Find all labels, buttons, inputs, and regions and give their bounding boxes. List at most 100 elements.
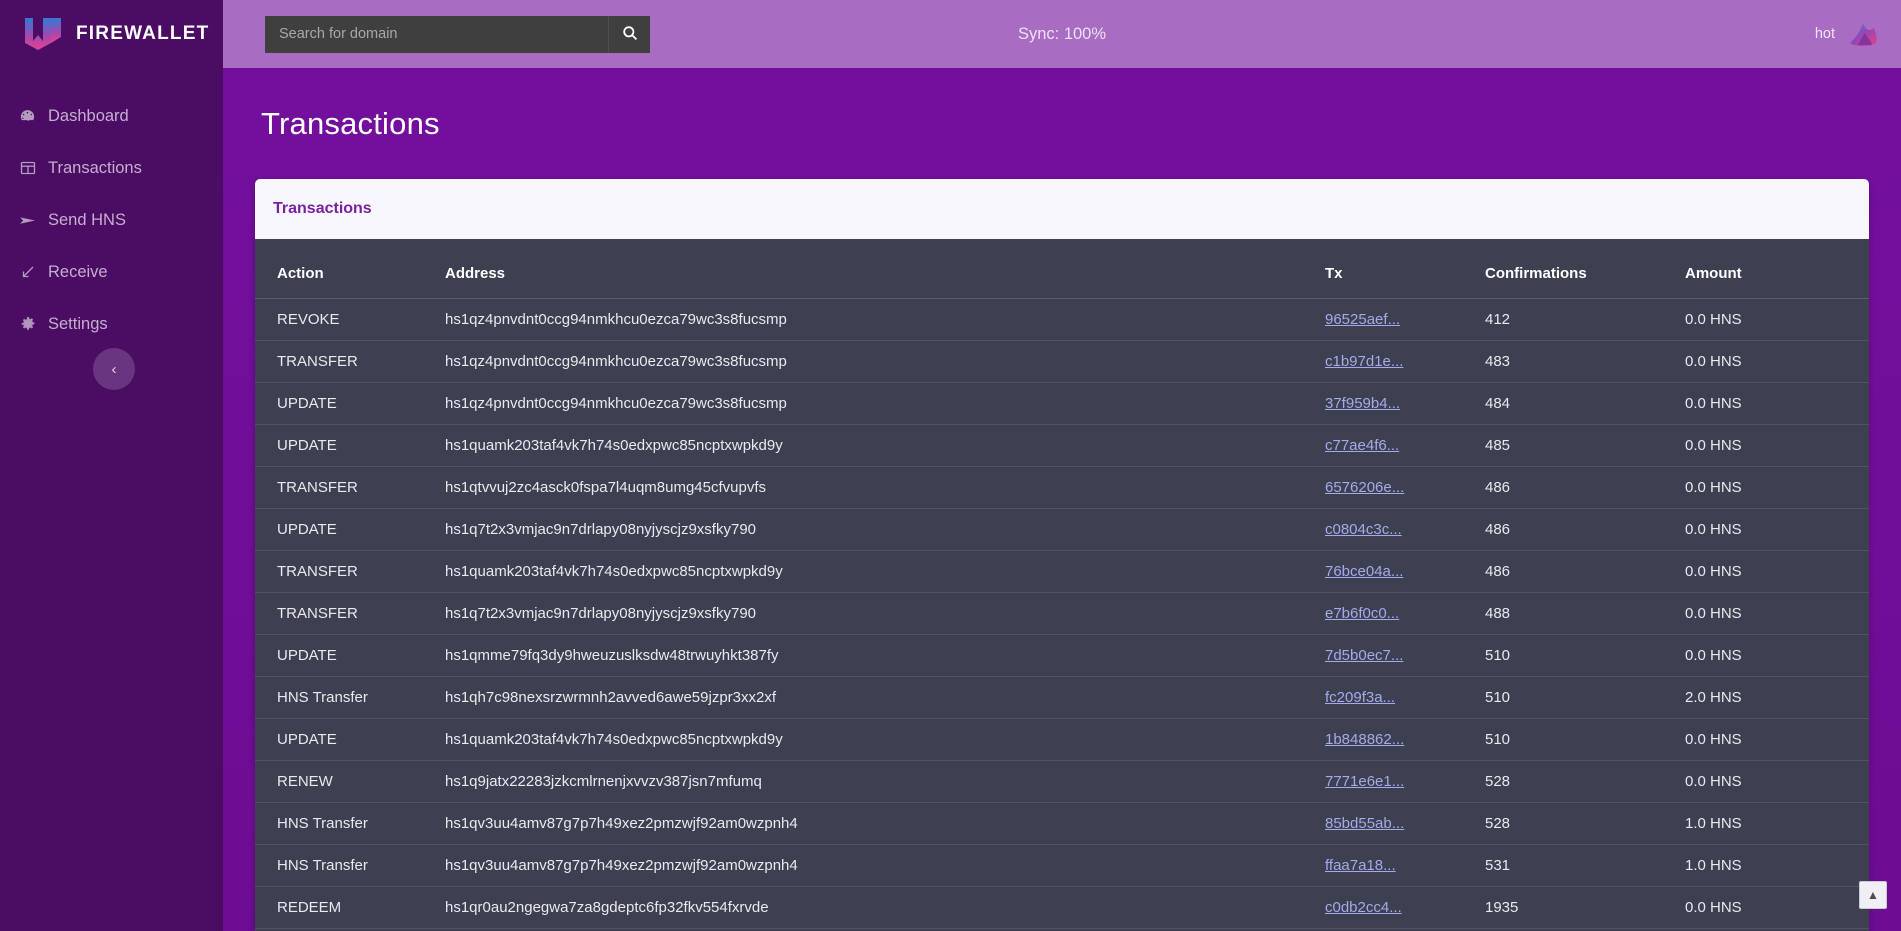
wallet-status[interactable]: hot	[1815, 19, 1881, 49]
cell-confirmations: 412	[1475, 299, 1675, 341]
tx-link[interactable]: c0804c3c...	[1325, 521, 1402, 538]
brand[interactable]: FIREWALLET	[0, 0, 223, 68]
sidebar-item-dashboard[interactable]: Dashboard	[0, 90, 223, 142]
dashboard-icon	[18, 107, 37, 126]
cell-amount: 0.0 HNS	[1675, 719, 1869, 761]
cell-address: hs1qv3uu4amv87g7p7h49xez2pmzwjf92am0wzpn…	[435, 803, 1315, 845]
tx-link[interactable]: 7d5b0ec7...	[1325, 647, 1403, 664]
tx-link[interactable]: fc209f3a...	[1325, 689, 1395, 706]
table-header-row: Action Address Tx Confirmations Amount	[255, 239, 1869, 299]
cell-tx: fc209f3a...	[1315, 677, 1475, 719]
cell-amount: 0.0 HNS	[1675, 509, 1869, 551]
tx-link[interactable]: e7b6f0c0...	[1325, 605, 1399, 622]
cell-confirmations: 510	[1475, 635, 1675, 677]
sidebar-item-send-hns[interactable]: Send HNS	[0, 194, 223, 246]
cell-action: RENEW	[255, 761, 435, 803]
cell-confirmations: 483	[1475, 341, 1675, 383]
tx-link[interactable]: 1b848862...	[1325, 731, 1404, 748]
table-body: REVOKEhs1qz4pnvdnt0ccg94nmkhcu0ezca79wc3…	[255, 299, 1869, 931]
cell-action: REVOKE	[255, 299, 435, 341]
page-title: Transactions	[223, 68, 1901, 142]
cell-tx: 76bce04a...	[1315, 551, 1475, 593]
cell-tx: ffaa7a18...	[1315, 845, 1475, 887]
column-header-tx[interactable]: Tx	[1315, 239, 1475, 299]
cell-tx: e7b6f0c0...	[1315, 593, 1475, 635]
tx-link[interactable]: 37f959b4...	[1325, 395, 1400, 412]
transactions-table: Action Address Tx Confirmations Amount R…	[255, 239, 1869, 931]
tx-link[interactable]: 6576206e...	[1325, 479, 1404, 496]
table-row: REDEEMhs1qr0au2ngegwa7za8gdeptc6fp32fkv5…	[255, 887, 1869, 929]
cell-amount: 0.0 HNS	[1675, 299, 1869, 341]
cell-tx: c77ae4f6...	[1315, 425, 1475, 467]
cell-address: hs1qh7c98nexsrzwrmnh2avved6awe59jzpr3xx2…	[435, 677, 1315, 719]
wallet-name-label: hot	[1815, 26, 1835, 42]
tx-link[interactable]: 85bd55ab...	[1325, 815, 1404, 832]
tx-link[interactable]: ffaa7a18...	[1325, 857, 1396, 874]
cell-action: UPDATE	[255, 509, 435, 551]
table-row: TRANSFERhs1q7t2x3vmjac9n7drlapy08nyjyscj…	[255, 593, 1869, 635]
cell-confirmations: 486	[1475, 551, 1675, 593]
table-row: UPDATEhs1qz4pnvdnt0ccg94nmkhcu0ezca79wc3…	[255, 383, 1869, 425]
cell-tx: 7771e6e1...	[1315, 761, 1475, 803]
column-header-amount[interactable]: Amount	[1675, 239, 1869, 299]
tx-link[interactable]: 96525aef...	[1325, 311, 1400, 328]
app-root: FIREWALLET Dashboard	[0, 0, 1901, 931]
transactions-table-wrap: Action Address Tx Confirmations Amount R…	[255, 239, 1869, 931]
cell-amount: 2.0 HNS	[1675, 677, 1869, 719]
cell-action: HNS Transfer	[255, 845, 435, 887]
cell-confirmations: 528	[1475, 803, 1675, 845]
column-header-action[interactable]: Action	[255, 239, 435, 299]
table-row: REVOKEhs1qz4pnvdnt0ccg94nmkhcu0ezca79wc3…	[255, 299, 1869, 341]
sidebar-collapse-button[interactable]: ‹	[93, 348, 135, 390]
sidebar-item-label: Settings	[48, 315, 108, 334]
table-row: UPDATEhs1q7t2x3vmjac9n7drlapy08nyjyscjz9…	[255, 509, 1869, 551]
w-logo-icon	[24, 17, 62, 51]
cell-tx: 6576206e...	[1315, 467, 1475, 509]
cell-confirmations: 1935	[1475, 887, 1675, 929]
table-row: UPDATEhs1quamk203taf4vk7h74s0edxpwc85ncp…	[255, 719, 1869, 761]
sidebar-item-receive[interactable]: Receive	[0, 246, 223, 298]
cell-tx: c1b97d1e...	[1315, 341, 1475, 383]
brand-name: FIREWALLET	[76, 23, 209, 45]
cell-action: TRANSFER	[255, 341, 435, 383]
search-input[interactable]	[265, 16, 608, 53]
chevron-left-icon: ‹	[112, 361, 117, 378]
cell-confirmations: 486	[1475, 509, 1675, 551]
cell-address: hs1quamk203taf4vk7h74s0edxpwc85ncptxwpkd…	[435, 551, 1315, 593]
cell-address: hs1qz4pnvdnt0ccg94nmkhcu0ezca79wc3s8fucs…	[435, 341, 1315, 383]
column-header-address[interactable]: Address	[435, 239, 1315, 299]
tx-link[interactable]: c1b97d1e...	[1325, 353, 1403, 370]
scroll-to-top-button[interactable]: ▲	[1859, 881, 1887, 909]
gear-icon	[18, 315, 37, 334]
search-button[interactable]	[608, 16, 650, 53]
search-icon	[622, 25, 638, 44]
cell-confirmations: 485	[1475, 425, 1675, 467]
tx-link[interactable]: c77ae4f6...	[1325, 437, 1399, 454]
sidebar-item-transactions[interactable]: Transactions	[0, 142, 223, 194]
cell-address: hs1qmme79fq3dy9hweuzuslksdw48trwuyhkt387…	[435, 635, 1315, 677]
sidebar-nav: Dashboard Transactions	[0, 68, 223, 350]
cell-address: hs1qz4pnvdnt0ccg94nmkhcu0ezca79wc3s8fucs…	[435, 299, 1315, 341]
tx-link[interactable]: c0db2cc4...	[1325, 899, 1402, 916]
cell-amount: 0.0 HNS	[1675, 341, 1869, 383]
cell-amount: 0.0 HNS	[1675, 761, 1869, 803]
main-content: Sync: 100% hot	[223, 0, 1901, 931]
cell-amount: 0.0 HNS	[1675, 425, 1869, 467]
sidebar-item-settings[interactable]: Settings	[0, 298, 223, 350]
sync-status: Sync: 100%	[1018, 25, 1106, 44]
column-header-confirmations[interactable]: Confirmations	[1475, 239, 1675, 299]
cell-confirmations: 486	[1475, 467, 1675, 509]
table-row: HNS Transferhs1qh7c98nexsrzwrmnh2avved6a…	[255, 677, 1869, 719]
cell-action: REDEEM	[255, 887, 435, 929]
cell-amount: 1.0 HNS	[1675, 803, 1869, 845]
cell-confirmations: 528	[1475, 761, 1675, 803]
table-row: RENEWhs1q9jatx22283jzkcmlrnenjxvvzv387js…	[255, 761, 1869, 803]
sidebar: FIREWALLET Dashboard	[0, 0, 223, 931]
transactions-card: Transactions Action Address Tx Confirmat…	[255, 179, 1869, 931]
tx-link[interactable]: 7771e6e1...	[1325, 773, 1404, 790]
cell-tx: 1b848862...	[1315, 719, 1475, 761]
tx-link[interactable]: 76bce04a...	[1325, 563, 1403, 580]
cell-tx: c0db2cc4...	[1315, 887, 1475, 929]
cell-amount: 0.0 HNS	[1675, 635, 1869, 677]
table-row: TRANSFERhs1qz4pnvdnt0ccg94nmkhcu0ezca79w…	[255, 341, 1869, 383]
